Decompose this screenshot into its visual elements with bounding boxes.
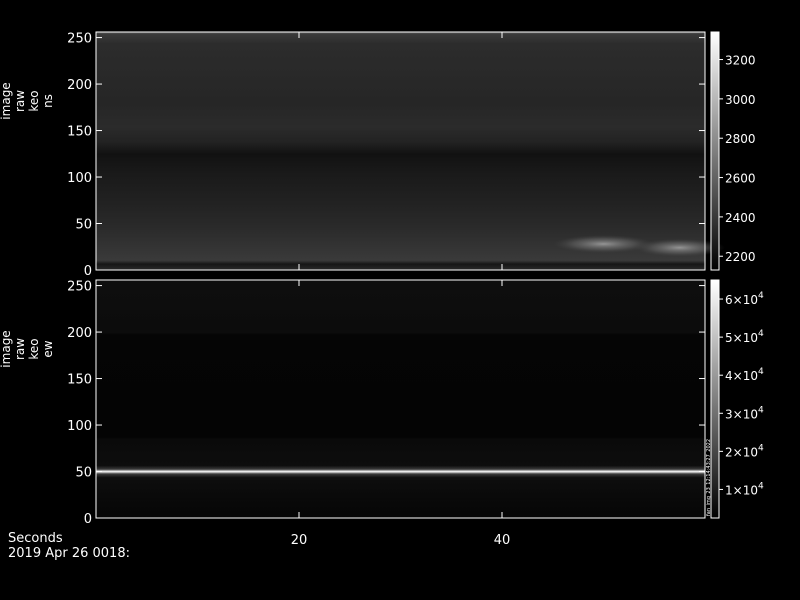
y-axis-label-line: image [0,330,13,367]
colorbar-tick-label: 3×104 [725,405,764,421]
y-axis-label-line: ew [41,340,55,357]
y-axis-label-line: image [0,82,13,119]
colorbar-tick-label: 3200 [725,54,756,68]
y-tick-label: 0 [84,512,92,527]
colorbar-ew [710,279,720,519]
y-axis-label-line: raw [13,338,27,360]
colorbar-ns [710,31,720,271]
y-tick-label: 50 [75,218,92,233]
y-tick-label: 150 [67,125,92,140]
colorbar-tick-label: 4×104 [725,367,764,383]
colorbar-tick-label: 2800 [725,132,756,146]
y-axis-label-line: keo [27,90,41,111]
y-tick-label: 100 [67,419,92,434]
plot-area-ns [96,32,705,270]
y-axis-label-line: ns [41,94,55,108]
colorbar-tick-label: 5×104 [725,329,764,345]
colorbar-tick-label: 6×104 [725,291,764,307]
y-tick-label: 100 [67,171,92,186]
y-tick-label: 250 [67,32,92,47]
y-axis-label-line: keo [27,338,41,359]
y-tick-label: 0 [84,264,92,279]
y-axis-label-line: raw [13,90,27,112]
x-axis-label: Seconds [8,531,63,546]
colorbar-tick-label: 2×104 [725,443,764,459]
y-tick-label: 200 [67,78,92,93]
date-label: 2019 Apr 26 0018: [8,546,130,561]
y-tick-label: 250 [67,280,92,295]
colorbar-tick-label: 3000 [725,93,756,107]
colorbar-tick-label: 2400 [725,211,756,225]
y-tick-label: 150 [67,373,92,388]
keogram-chart: 050100150200250image raw keo ns220024002600… [0,31,764,548]
colorbar-tick-label: 2600 [725,172,756,186]
y-tick-label: 50 [75,466,92,481]
colorbar-tick-label: 1×104 [725,481,764,497]
y-tick-label: 200 [67,326,92,341]
x-tick-label: 40 [494,533,511,548]
plot-area-ew [96,280,705,518]
x-tick-label: 20 [291,533,308,548]
colorbar-side-text: fan_img_23_12:14:43:27_2022 [706,439,712,516]
colorbar-tick-label: 2200 [725,250,756,264]
